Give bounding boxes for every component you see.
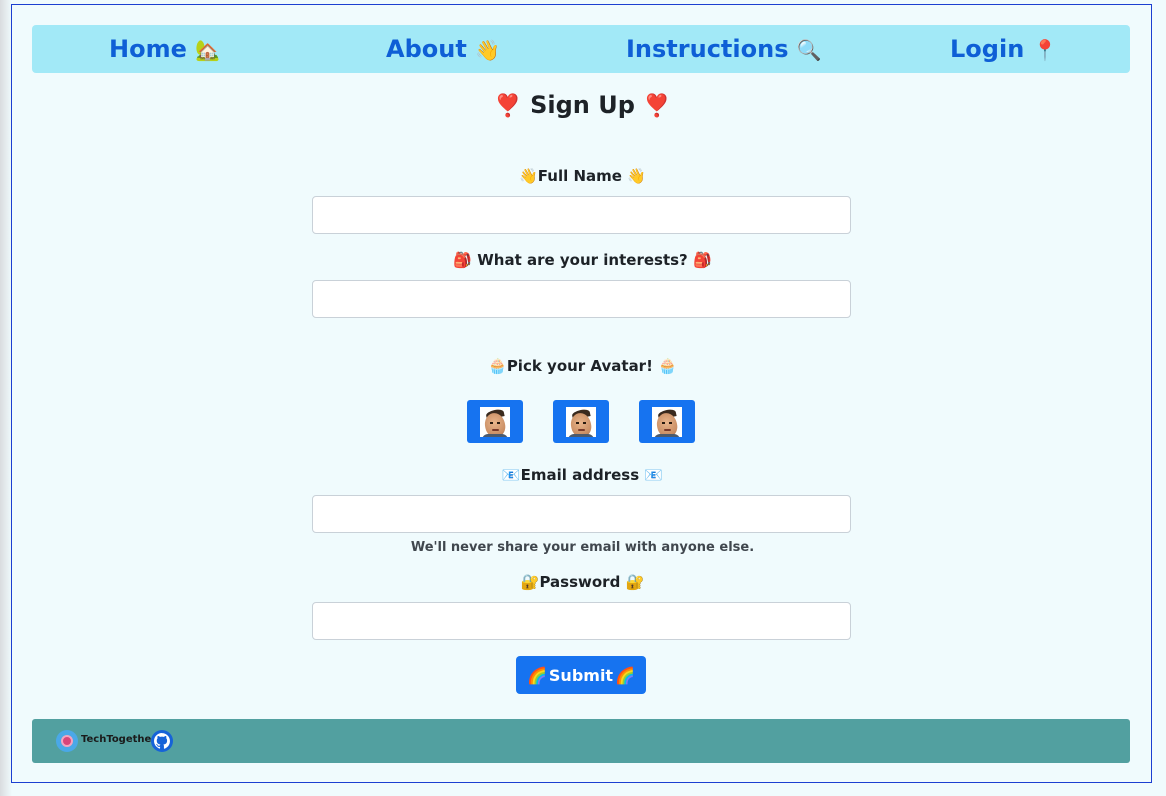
- avatar-photo: [566, 406, 596, 437]
- nav-login-link[interactable]: Login 📍: [950, 25, 1058, 73]
- page-title-text: Sign Up: [530, 91, 635, 119]
- footer-brand: TechTogether: [81, 734, 157, 745]
- page-title: ❣️ Sign Up ❣️: [12, 91, 1153, 119]
- heart-exclamation-icon: ❣️: [643, 94, 671, 119]
- page-frame: Home 🏡 About 👋 Instructions 🔍 Login 📍 ❣️…: [11, 4, 1152, 783]
- password-input[interactable]: [312, 602, 851, 640]
- avatar-option-3-button[interactable]: [639, 400, 695, 443]
- navbar: Home 🏡 About 👋 Instructions 🔍 Login 📍: [32, 25, 1130, 73]
- nav-instructions-link[interactable]: Instructions 🔍: [626, 25, 822, 73]
- avatar-label: 🧁Pick your Avatar! 🧁: [12, 357, 1153, 375]
- magnifier-icon: 🔍: [796, 38, 822, 62]
- avatar-photo: [480, 406, 510, 437]
- email-label: 📧Email address 📧: [12, 466, 1153, 484]
- waving-hand-icon: 👋: [475, 38, 501, 62]
- footer: TechTogether: [32, 719, 1130, 763]
- nav-about-link[interactable]: About 👋: [386, 25, 500, 73]
- pin-icon: 📍: [1032, 38, 1058, 62]
- cupcake-icon: 🧁: [658, 357, 677, 375]
- nav-home-label: Home: [109, 35, 187, 63]
- lock-key-icon: 🔐: [520, 573, 540, 591]
- backpack-icon: 🎒: [453, 251, 473, 269]
- interests-label: 🎒 What are your interests? 🎒: [12, 251, 1153, 269]
- cupcake-icon: 🧁: [488, 357, 507, 375]
- email-input[interactable]: [312, 495, 851, 533]
- interests-input[interactable]: [312, 280, 851, 318]
- email-label-text: Email address: [520, 466, 640, 484]
- submit-button-label: Submit: [548, 665, 614, 685]
- full-name-input[interactable]: [312, 196, 851, 234]
- interests-label-text: What are your interests?: [477, 251, 688, 269]
- full-name-label: 👋Full Name 👋: [12, 167, 1153, 185]
- avatar-label-text: Pick your Avatar!: [506, 357, 653, 375]
- lock-key-icon: 🔐: [625, 573, 645, 591]
- avatar-option-1-button[interactable]: [467, 400, 523, 443]
- submit-button[interactable]: 🌈 Submit 🌈: [516, 656, 646, 694]
- nav-instructions-label: Instructions: [626, 35, 789, 63]
- nav-about-label: About: [386, 35, 467, 63]
- house-icon: 🏡: [195, 38, 221, 62]
- nav-home-link[interactable]: Home 🏡: [109, 25, 220, 73]
- password-label: 🔐Password 🔐: [12, 573, 1153, 591]
- full-name-label-text: Full Name: [537, 167, 622, 185]
- envelope-icon: 📧: [644, 466, 664, 484]
- heart-exclamation-icon: ❣️: [494, 94, 522, 119]
- email-help-text: We'll never share your email with anyone…: [410, 540, 755, 555]
- rainbow-icon: 🌈: [526, 665, 547, 685]
- waving-hand-icon: 👋: [519, 167, 538, 185]
- rainbow-icon: 🌈: [615, 665, 635, 685]
- avatar-photo: [652, 406, 682, 437]
- github-icon[interactable]: [151, 730, 173, 752]
- waving-hand-icon: 👋: [627, 167, 646, 185]
- password-label-text: Password: [539, 573, 621, 591]
- nav-login-label: Login: [950, 35, 1025, 63]
- backpack-icon: 🎒: [692, 251, 712, 269]
- techtogether-logo-icon[interactable]: [56, 730, 78, 752]
- envelope-icon: 📧: [501, 466, 521, 484]
- avatar-option-2-button[interactable]: [553, 400, 609, 443]
